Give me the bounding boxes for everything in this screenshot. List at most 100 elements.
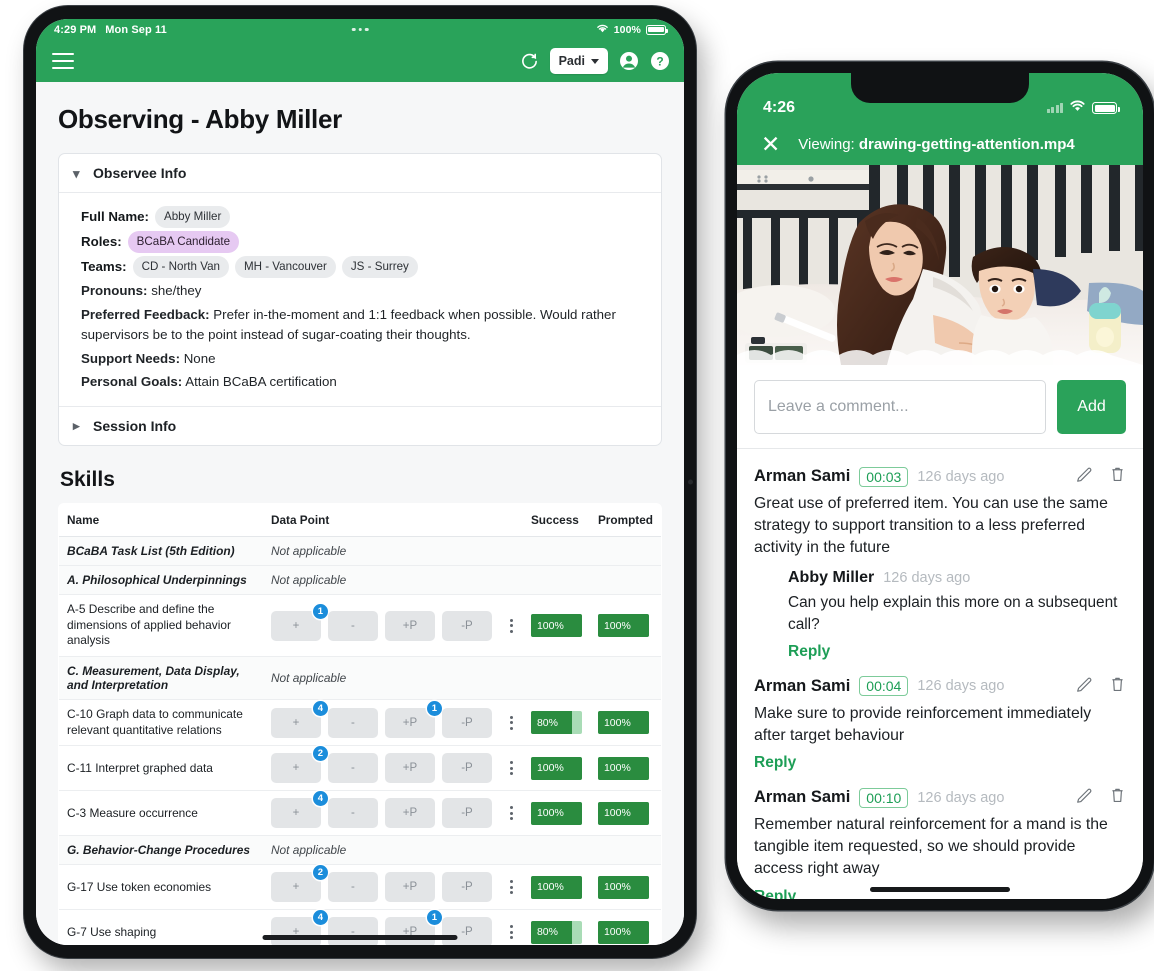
close-icon[interactable]: ✕ [761, 132, 780, 156]
data-point-count-badge: 2 [312, 865, 328, 881]
data-point-plus-p-button[interactable]: +P 1 [384, 910, 442, 945]
data-point-minus-p-button[interactable]: -P [441, 610, 492, 641]
hamburger-icon[interactable] [52, 53, 74, 69]
row-more-options-icon[interactable] [508, 802, 515, 824]
pencil-icon [1077, 789, 1092, 804]
row-more-options-icon[interactable] [508, 921, 515, 943]
reply-button[interactable]: Reply [788, 643, 830, 661]
data-point-minus-p-button[interactable]: -P [441, 753, 492, 784]
comment-timestamp-chip[interactable]: 00:04 [859, 676, 909, 697]
add-comment-button[interactable]: Add [1057, 380, 1126, 434]
row-more-options-icon[interactable] [508, 876, 515, 898]
group-name: G. Behavior-Change Procedures [59, 835, 263, 866]
data-point-plus-button[interactable]: +4 [270, 791, 328, 829]
table-row: A-5 Describe and define the dimensions o… [59, 594, 661, 658]
data-point-minus-p-button[interactable]: -P [441, 798, 492, 829]
data-point-plus-button[interactable]: +1 [270, 603, 328, 641]
trash-icon [1112, 677, 1123, 691]
comment-item: Arman Sami 00:04 126 days ago Make sure to … [754, 661, 1126, 773]
skills-heading: Skills [60, 467, 115, 491]
comment-body: Make sure to provide reinforcement immed… [754, 704, 1092, 744]
edit-comment-button[interactable] [1076, 675, 1093, 698]
data-point-plus-p-button[interactable]: +P [384, 753, 435, 784]
status-time: 4:26 [763, 99, 796, 116]
comment-timestamp-chip[interactable]: 00:10 [859, 787, 909, 808]
data-point-plus-button[interactable]: +4 [270, 910, 328, 945]
comments-list: Arman Sami 00:03 126 days ago Great use of … [737, 449, 1143, 899]
data-point-plus-p-button[interactable]: +P [384, 798, 435, 829]
success-meter: 100% [530, 875, 582, 899]
data-point-minus-button[interactable]: - [327, 872, 378, 903]
data-point-minus-p-button[interactable]: -P [441, 917, 492, 945]
comment-timestamp-chip[interactable]: 00:03 [859, 466, 909, 487]
row-more-options-icon[interactable] [508, 757, 515, 779]
data-point-plus-p-button[interactable]: +P [384, 872, 435, 903]
battery-icon [1092, 102, 1120, 114]
pronouns-row: Pronouns: she/they [81, 281, 645, 302]
observee-info-header[interactable]: ▾ Observee Info [59, 154, 661, 193]
org-selector-button[interactable]: Padi [549, 48, 608, 74]
reply-header: Abby Miller 126 days ago [788, 569, 1126, 587]
session-info-header[interactable]: ▸ Session Info [59, 405, 661, 445]
data-point-minus-button[interactable]: - [327, 917, 378, 945]
delete-comment-button[interactable] [1109, 786, 1126, 809]
data-point-count-badge: 4 [312, 700, 328, 716]
data-point-minus-p-button[interactable]: -P [441, 707, 492, 738]
data-point-plus-p-button[interactable]: +P 1 [384, 700, 442, 738]
comment-actions [1076, 786, 1126, 809]
data-point-count-badge: 1 [312, 603, 328, 619]
chevron-down-icon [591, 58, 599, 64]
data-point-minus-button[interactable]: - [327, 753, 378, 784]
video-player[interactable] [737, 165, 1143, 365]
data-point-minus-button[interactable]: - [327, 798, 378, 829]
data-point-minus-button[interactable]: - [327, 707, 378, 738]
data-point-plus-button[interactable]: +2 [270, 865, 328, 903]
comment-input[interactable] [754, 380, 1046, 434]
delete-comment-button[interactable] [1109, 465, 1126, 488]
support-needs-row: Support Needs: None [81, 349, 645, 370]
refresh-icon[interactable] [520, 52, 539, 71]
screenshot-stage: 4:29 PM Mon Sep 11 100% Padi ? Observing… [0, 0, 1154, 971]
success-meter: 80% [530, 920, 582, 944]
data-point-count-badge: 2 [312, 746, 328, 762]
reply-button[interactable]: Reply [754, 888, 796, 899]
tablet-camera [688, 479, 693, 485]
phone-device: 4:26 ✕ Viewing: drawing-getting-attentio… [726, 62, 1154, 910]
team-pill: MH - Vancouver [234, 255, 336, 278]
pencil-icon [1077, 677, 1092, 692]
reply-button[interactable]: Reply [754, 754, 796, 772]
prompted-meter: 100% [597, 920, 649, 944]
data-point-minus-p-button[interactable]: -P [441, 872, 492, 903]
personal-goals-label: Personal Goals: [81, 374, 183, 390]
data-point-plus-p-button[interactable]: +P [384, 610, 435, 641]
phone-screen: 4:26 ✕ Viewing: drawing-getting-attentio… [737, 73, 1143, 899]
skill-name: C-3 Measure occurrence [67, 805, 198, 820]
row-more-options-icon[interactable] [508, 615, 515, 637]
data-point-plus-button[interactable]: +2 [270, 746, 328, 784]
column-header-success: Success [522, 503, 590, 537]
group-data-point: Not applicable [262, 656, 500, 701]
data-point-minus-button[interactable]: - [327, 610, 378, 641]
trash-icon [1112, 467, 1123, 482]
personal-goals-value: Attain BCaBA certification [185, 374, 337, 390]
signal-icon [1046, 103, 1063, 113]
account-circle-icon[interactable] [619, 51, 639, 71]
delete-comment-button[interactable] [1109, 675, 1126, 698]
table-row: C-10 Graph data to communicate relevant … [59, 699, 661, 747]
data-point-plus-button[interactable]: +4 [270, 700, 328, 738]
edit-comment-button[interactable] [1076, 786, 1093, 809]
help-circle-icon[interactable]: ? [650, 51, 670, 71]
status-dots-icon [351, 27, 369, 32]
viewing-filename: drawing-getting-attention.mp4 [858, 135, 1075, 153]
trash-icon [1112, 789, 1123, 803]
comment-author: Arman Sami [754, 788, 851, 807]
row-more-options-icon[interactable] [508, 712, 515, 734]
table-row: G-17 Use token economies +2- +P -P 100% 100% [59, 864, 661, 911]
table-row: C-3 Measure occurrence +4- +P -P 100% 100% [59, 790, 661, 837]
edit-comment-button[interactable] [1076, 465, 1093, 488]
wifi-icon [596, 23, 609, 36]
personal-goals-row: Personal Goals: Attain BCaBA certificati… [81, 372, 645, 393]
chevron-right-icon: ▸ [73, 418, 80, 434]
roles-row: Roles: BCaBA Candidate [81, 230, 645, 253]
comment-author: Arman Sami [754, 467, 851, 485]
